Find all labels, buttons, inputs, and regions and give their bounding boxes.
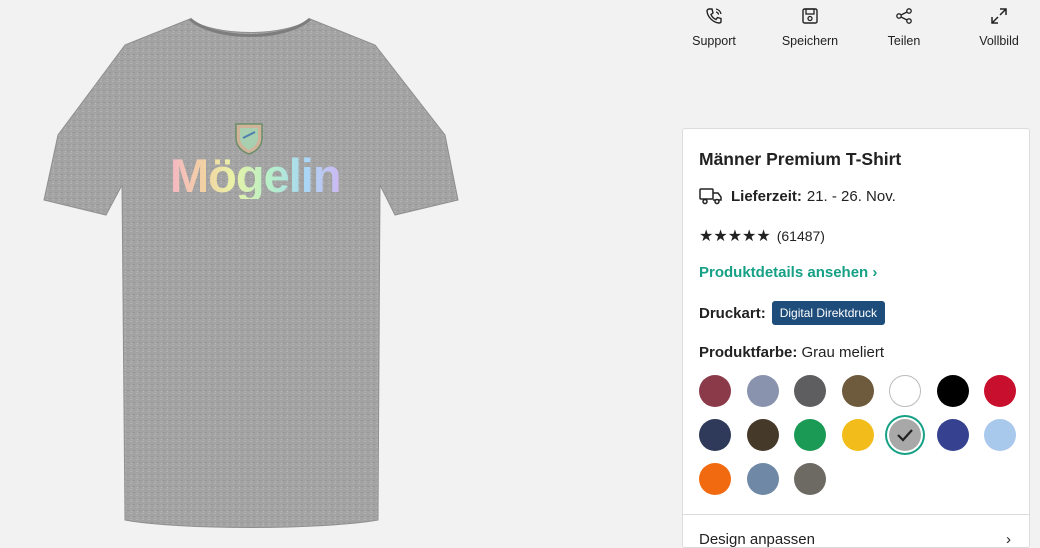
color-swatch[interactable] <box>984 419 1016 451</box>
rating[interactable]: ★★★★★ (61487) <box>699 226 825 246</box>
product-image: Mögelin <box>0 0 540 539</box>
star-rating-icon: ★★★★★ <box>699 228 771 245</box>
fullscreen-button[interactable]: Vollbild <box>972 6 1026 48</box>
save-button[interactable]: Speichern <box>774 6 846 48</box>
color-swatch[interactable] <box>794 463 826 495</box>
print-type-label: Druckart: <box>699 304 766 322</box>
checkmark-icon <box>897 429 913 442</box>
chevron-right-icon: › <box>872 264 878 281</box>
color-swatch[interactable] <box>746 375 779 407</box>
share-label: Teilen <box>887 34 921 48</box>
delivery-info: Lieferzeit: 21. - 26. Nov. <box>699 187 896 205</box>
delivery-label: Lieferzeit: <box>731 187 802 205</box>
color-swatch[interactable] <box>984 375 1016 407</box>
print-type-badge: Digital Direktdruck <box>771 301 886 325</box>
review-count: (61487) <box>776 228 825 244</box>
toolbar: Support Speichern Teilen Vollbild <box>672 6 1040 54</box>
color-swatch[interactable] <box>889 375 921 407</box>
color-swatch[interactable] <box>889 419 921 451</box>
chevron-right-icon: › <box>1006 531 1011 548</box>
floppy-disk-icon <box>802 8 818 24</box>
print-design-text: Mögelin <box>170 152 350 199</box>
color-swatch[interactable] <box>746 419 779 451</box>
product-details-link[interactable]: Produktdetails ansehen › <box>699 264 877 281</box>
divider <box>683 514 1029 515</box>
support-label: Support <box>692 34 736 48</box>
color-swatch[interactable] <box>841 375 874 407</box>
color-swatch[interactable] <box>746 463 779 495</box>
print-type: Druckart: Digital Direktdruck <box>699 301 886 325</box>
color-swatch[interactable] <box>699 419 731 451</box>
truck-icon <box>699 188 722 205</box>
product-color: Produktfarbe: Grau meliert <box>699 344 884 361</box>
color-swatch[interactable] <box>841 419 874 451</box>
product-info-card: Männer Premium T-Shirt Lieferzeit: 21. -… <box>682 128 1030 548</box>
color-swatch[interactable] <box>699 375 731 407</box>
support-button[interactable]: Support <box>682 6 746 48</box>
customize-design-row[interactable]: Design anpassen <box>699 531 815 548</box>
product-title: Männer Premium T-Shirt <box>699 149 902 169</box>
color-swatch[interactable] <box>794 375 826 407</box>
save-label: Speichern <box>781 34 839 48</box>
product-color-label: Produktfarbe: <box>699 344 798 361</box>
phone-icon <box>706 8 722 24</box>
color-swatch[interactable] <box>936 419 969 451</box>
tshirt-image <box>43 17 459 528</box>
product-color-value: Grau meliert <box>801 344 885 361</box>
delivery-value: 21. - 26. Nov. <box>806 187 896 205</box>
color-swatch[interactable] <box>936 375 969 407</box>
fullscreen-label: Vollbild <box>979 34 1019 48</box>
share-button[interactable]: Teilen <box>878 6 930 48</box>
product-details-label: Produktdetails ansehen <box>699 264 869 281</box>
color-swatch[interactable] <box>699 463 731 495</box>
share-icon <box>896 8 912 24</box>
color-swatch[interactable] <box>794 419 826 451</box>
expand-icon <box>991 8 1007 24</box>
